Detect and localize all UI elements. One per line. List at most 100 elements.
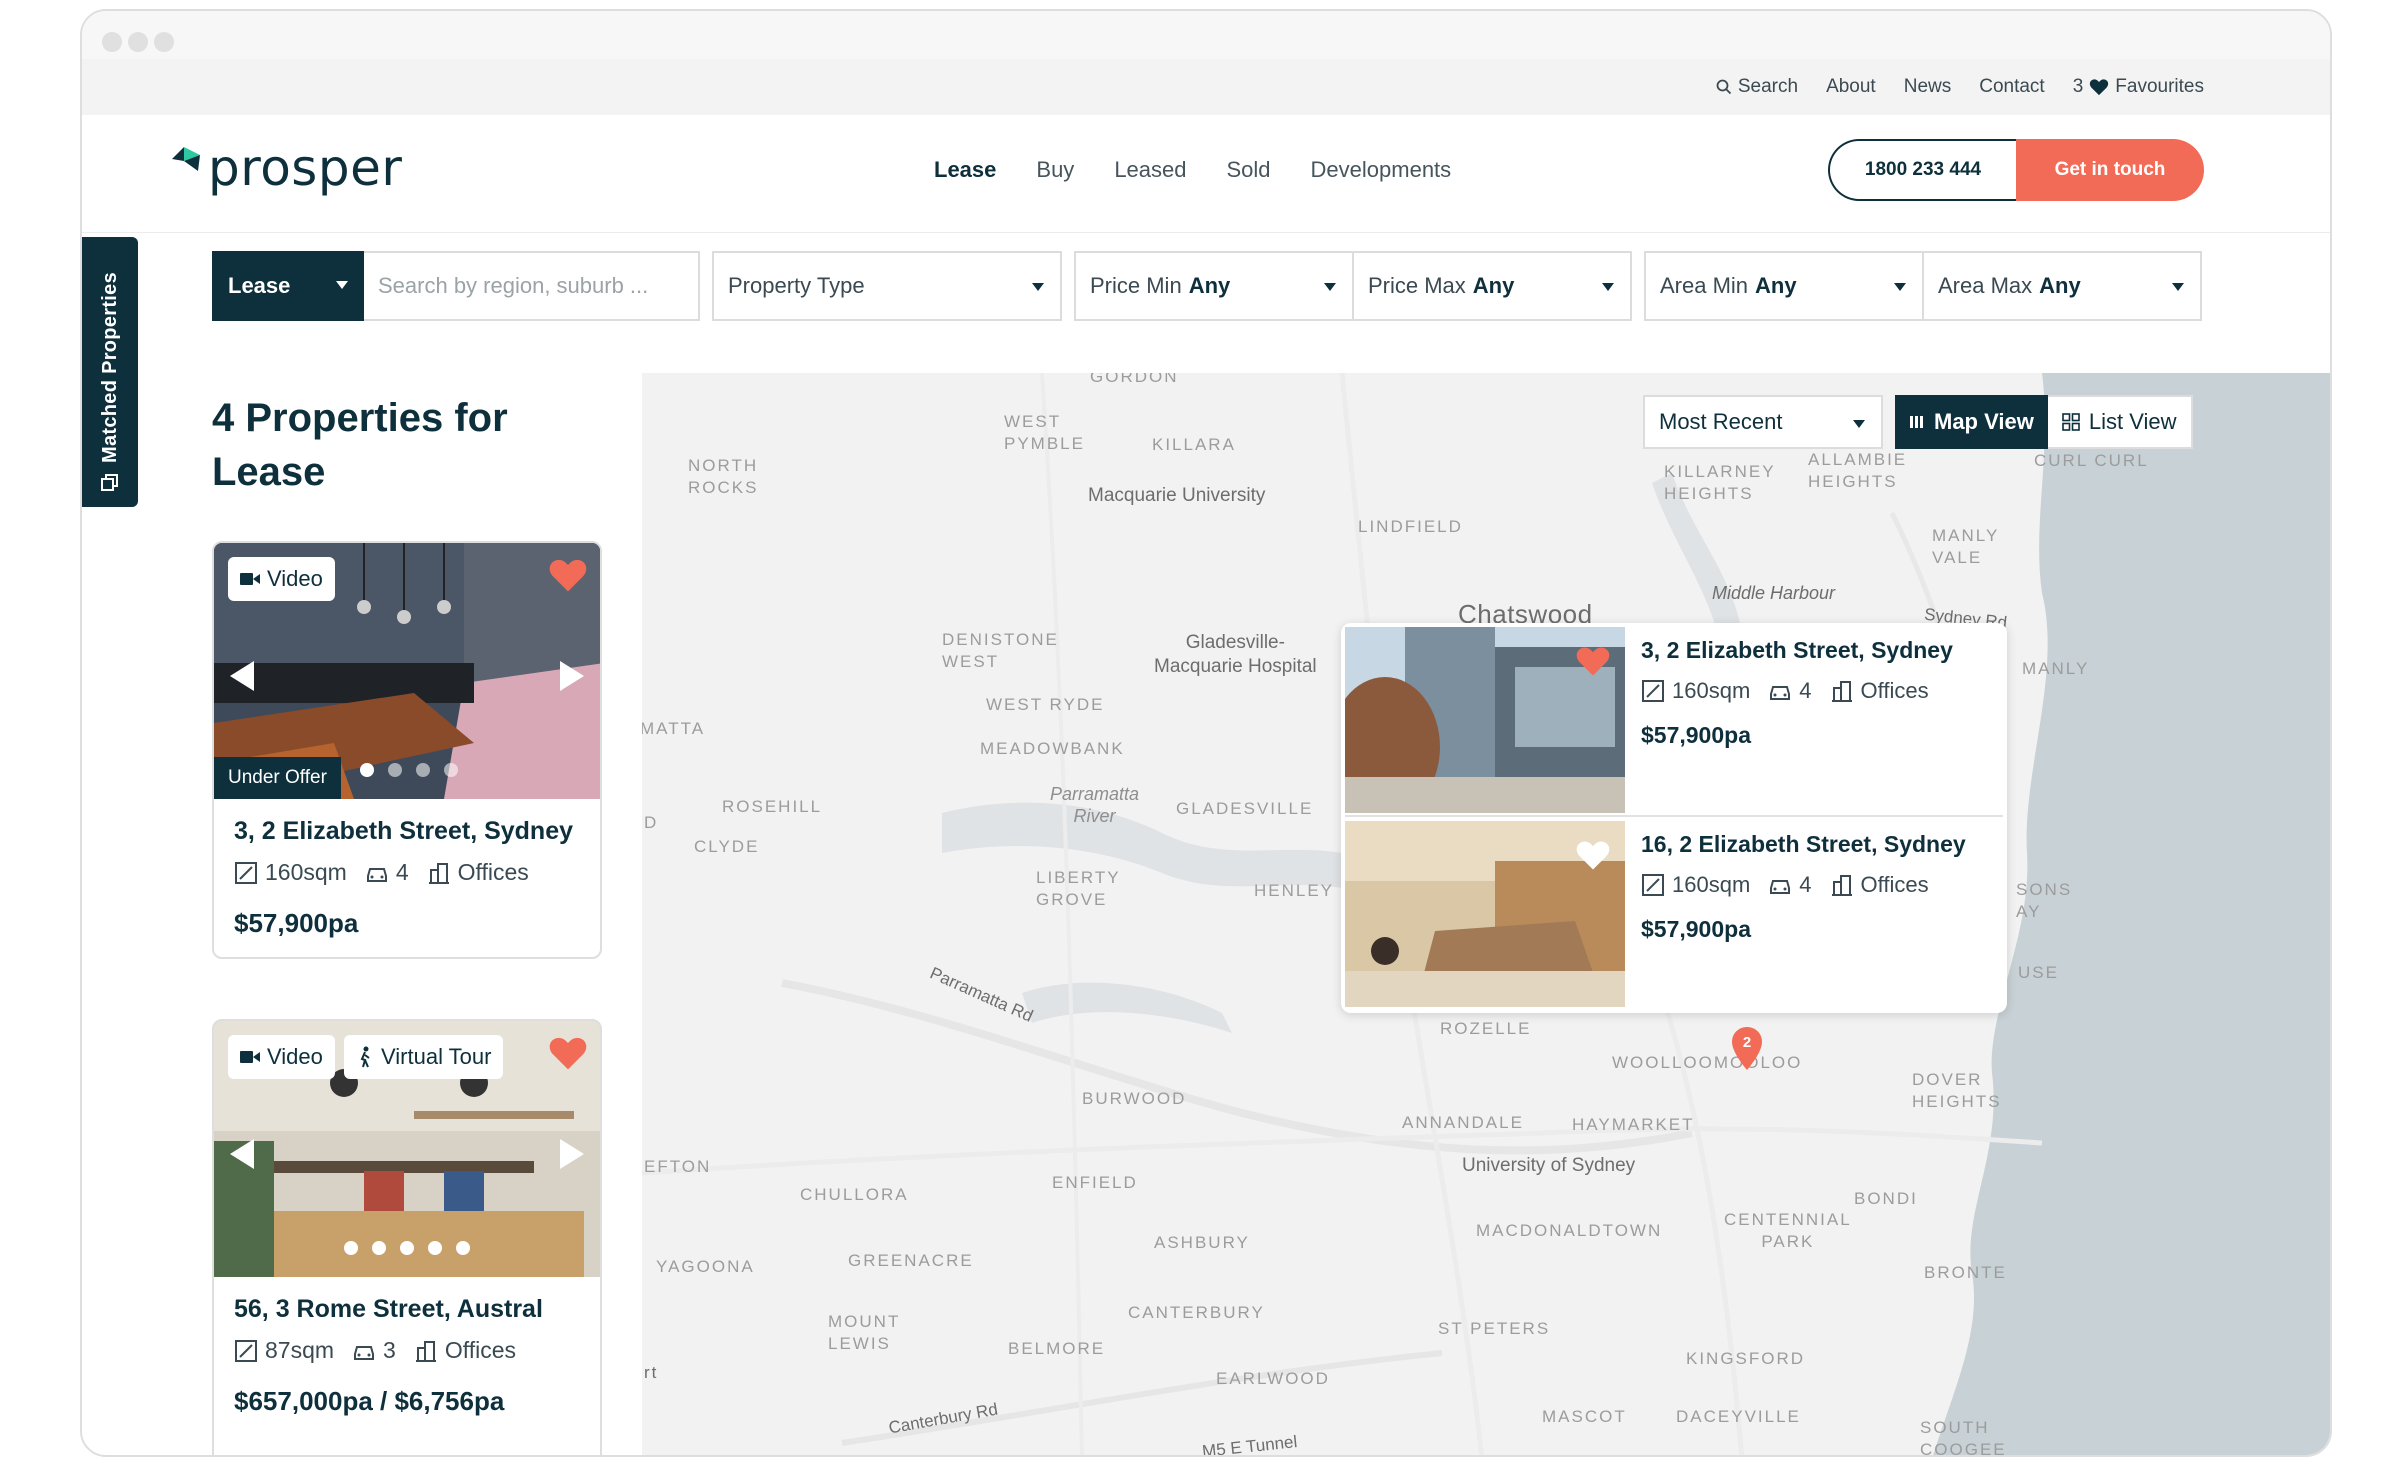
listing-photo[interactable]: Video Virtual Tour xyxy=(214,1021,600,1277)
popup-listing-title[interactable]: 16, 2 Elizabeth Street, Sydney xyxy=(1641,831,1966,858)
map-label: Centennial Park xyxy=(1724,1210,1852,1251)
map-label: North Rocks xyxy=(688,456,759,497)
listing-type-value: Lease xyxy=(228,273,291,298)
map-label: Curl Curl xyxy=(2034,451,2149,470)
logo-text: prosper xyxy=(208,139,403,197)
window-minimize-dot[interactable] xyxy=(128,32,148,52)
phone-button[interactable]: 1800 233 444 xyxy=(1828,139,2016,201)
area-icon xyxy=(235,1339,257,1362)
popup-listing[interactable]: 16, 2 Elizabeth Street, Sydney 160sqm 4 … xyxy=(1341,817,2007,1007)
popup-area: 160sqm xyxy=(1672,678,1751,703)
map-label: University of Sydney xyxy=(1462,1155,1636,1176)
listing-type-select[interactable]: Lease xyxy=(212,251,364,321)
utility-bar: Search About News Contact 3 Favourites xyxy=(82,59,2330,115)
video-camera-icon xyxy=(240,573,260,585)
heart-icon[interactable] xyxy=(548,1035,588,1071)
prosper-logo[interactable]: prosper xyxy=(170,143,402,193)
get-in-touch-button[interactable]: Get in touch xyxy=(2016,139,2204,201)
location-search-input[interactable] xyxy=(364,251,700,321)
carousel-dots[interactable] xyxy=(344,1241,470,1255)
popup-type: Offices xyxy=(1860,678,1929,703)
area-min-value: Any xyxy=(1755,273,1797,298)
chevron-left-icon[interactable] xyxy=(230,661,254,691)
chevron-right-icon[interactable] xyxy=(560,661,584,691)
list-view-label: List View xyxy=(2088,409,2177,434)
nav-developments[interactable]: Developments xyxy=(1311,157,1452,183)
heart-icon[interactable] xyxy=(1575,645,1611,677)
map-label: Parramatta River xyxy=(1050,784,1140,826)
listing-photo[interactable]: Video Under Offer xyxy=(214,543,600,799)
browser-chrome xyxy=(82,11,2330,59)
listing-card[interactable]: Video Virtual Tour 56, 3 Rome Street, Au… xyxy=(212,1019,602,1455)
utility-search-link[interactable]: Search xyxy=(1716,76,1798,98)
utility-favourites-link[interactable]: 3 Favourites xyxy=(2073,76,2204,98)
browser-window: Search About News Contact 3 Favourites p… xyxy=(80,9,2332,1457)
building-icon xyxy=(415,1340,436,1362)
building-icon xyxy=(428,862,449,884)
utility-about-link[interactable]: About xyxy=(1826,76,1876,98)
map-label: Yagoona xyxy=(656,1257,755,1276)
listing-type: Offices xyxy=(444,1337,516,1363)
matched-properties-tab[interactable]: Matched Properties xyxy=(82,237,138,507)
price-max-select[interactable]: Price Max Any xyxy=(1352,251,1632,321)
map-label: Rosehill xyxy=(722,797,823,816)
car-icon xyxy=(366,867,387,882)
map-label: Sons Ay xyxy=(2016,880,2073,921)
utility-search-label: Search xyxy=(1737,76,1799,97)
listing-area: 160sqm xyxy=(265,859,347,885)
building-icon xyxy=(1831,681,1852,702)
popup-photo[interactable] xyxy=(1345,821,1625,1007)
map-label: Bondi xyxy=(1854,1189,1918,1208)
cluster-count: 2 xyxy=(1743,1034,1751,1051)
window-maximize-dot[interactable] xyxy=(154,32,174,52)
chevron-left-icon[interactable] xyxy=(230,1139,254,1169)
map-view-label: Map View xyxy=(1934,409,2034,434)
popup-listing[interactable]: 3, 2 Elizabeth Street, Sydney 160sqm 4 O… xyxy=(1341,623,2007,813)
nav-lease[interactable]: Lease xyxy=(934,157,996,183)
map-view-button[interactable]: Map View xyxy=(1895,395,2048,449)
popup-photo[interactable] xyxy=(1345,627,1625,813)
map-label: Earlwood xyxy=(1216,1369,1330,1388)
caret-down-icon xyxy=(2172,283,2184,291)
list-view-button[interactable]: List View xyxy=(2047,395,2193,449)
map-label: use xyxy=(2018,963,2059,982)
window-close-dot[interactable] xyxy=(102,32,122,52)
caret-down-icon xyxy=(1602,283,1614,291)
property-type-select[interactable]: Property Type xyxy=(712,251,1062,321)
map-label: South Coogee xyxy=(1920,1418,2007,1457)
sort-select[interactable]: Most Recent xyxy=(1643,395,1883,449)
utility-contact-link[interactable]: Contact xyxy=(1979,76,2044,98)
utility-news-link[interactable]: News xyxy=(1904,76,1952,98)
popup-listing-title[interactable]: 3, 2 Elizabeth Street, Sydney xyxy=(1641,637,1953,664)
nav-buy[interactable]: Buy xyxy=(1036,157,1074,183)
chevron-right-icon[interactable] xyxy=(560,1139,584,1169)
heart-icon[interactable] xyxy=(1575,839,1611,871)
listing-card[interactable]: Video Under Offer 3, 2 Elizabeth Street,… xyxy=(212,541,602,959)
map-label: Macquarie University xyxy=(1088,485,1266,506)
property-type-label: Property Type xyxy=(728,273,865,298)
view-toggle: Map View List View xyxy=(1895,395,2193,449)
favourites-label: Favourites xyxy=(2115,76,2204,97)
area-min-select[interactable]: Area Min Any xyxy=(1644,251,1924,321)
map-label: Henley xyxy=(1254,881,1335,900)
listing-title[interactable]: 56, 3 Rome Street, Austral xyxy=(234,1291,580,1327)
map-label: Burwood xyxy=(1082,1089,1187,1108)
nav-sold[interactable]: Sold xyxy=(1227,157,1271,183)
matched-properties-label: Matched Properties xyxy=(98,271,121,463)
map-label: Belmore xyxy=(1008,1339,1106,1358)
map-pin-icon[interactable]: 2 xyxy=(1730,1025,1764,1071)
heart-icon[interactable] xyxy=(548,557,588,593)
map-label: Clyde xyxy=(694,837,760,856)
area-max-select[interactable]: Area Max Any xyxy=(1922,251,2202,321)
nav-leased[interactable]: Leased xyxy=(1114,157,1186,183)
map-label: Manly Vale xyxy=(1932,526,2000,567)
listing-title[interactable]: 3, 2 Elizabeth Street, Sydney xyxy=(234,813,580,849)
map-label: Bronte xyxy=(1924,1263,2007,1282)
map-label: Mount Lewis xyxy=(828,1312,901,1353)
price-min-select[interactable]: Price Min Any xyxy=(1074,251,1354,321)
listing-price: $657,000pa / $6,756pa xyxy=(234,1386,505,1416)
virtual-tour-badge-label: Virtual Tour xyxy=(381,1044,492,1069)
map-label: Killara xyxy=(1152,435,1236,454)
carousel-dots[interactable] xyxy=(360,763,458,777)
map-label: Woolloomooloo xyxy=(1612,1053,1803,1072)
